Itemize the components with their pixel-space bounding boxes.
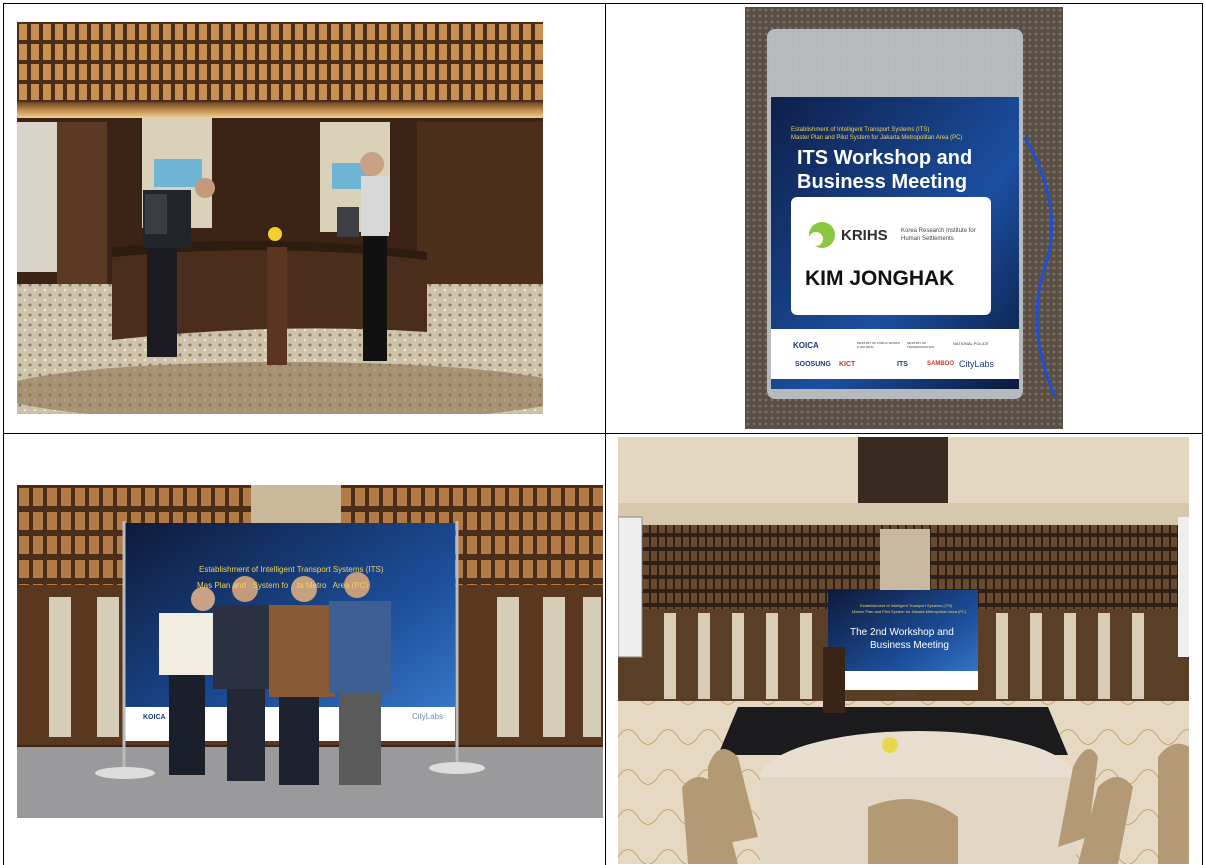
badge-sponsor-ministry-public-works: MINISTRY OF PUBLIC WORKS & HOUSING	[857, 341, 901, 349]
table-border-right	[1202, 4, 1203, 865]
badge-title-line-2: Business Meeting	[797, 171, 968, 193]
badge-header-small-2: Master Plan and Pilot System for Jakarta…	[791, 135, 963, 141]
badge-person-name: KIM JONGHAK	[805, 267, 955, 290]
group-banner-line-2: Mas Plan and System fo ta Metro Area (PC…	[197, 581, 369, 590]
hall-banner-date: June, 2022	[896, 692, 916, 697]
table-border-row	[4, 433, 1203, 434]
badge-sponsor-citylabs: CityLabs	[959, 359, 995, 369]
hall-banner-small-2: Master Plan and Pilot System for Jakarta…	[852, 609, 967, 614]
registration-desk-photo	[17, 22, 543, 414]
hall-banner-title-2: Business Meeting	[870, 640, 949, 651]
group-banner-footer-left: KOICA	[143, 714, 166, 721]
group-banner-footer-right: CityLabs	[412, 712, 444, 721]
badge-org-logo: KRIHS	[841, 227, 888, 244]
hall-banner-small-1: Establishment of Intelligent Transport S…	[860, 603, 953, 608]
group-photo: Establishment of Intelligent Transport S…	[17, 485, 603, 818]
badge-org-name-2: Human Settlements	[901, 236, 954, 242]
badge-sponsor-kict: KICT	[839, 361, 856, 368]
badge-sponsor-its: ITS	[897, 361, 908, 368]
table-border-middle	[605, 4, 606, 865]
badge-sponsor-national-police: NATIONAL POLICE	[953, 341, 989, 346]
name-badge-photo: Establishment of Intelligent Transport S…	[745, 7, 1063, 429]
badge-sponsor-samboo: SAMBOO	[927, 361, 954, 367]
badge-org-name-1: Korea Research Institute for	[901, 228, 976, 234]
badge-title-line-1: ITS Workshop and	[797, 147, 973, 169]
badge-sponsor-ministry-transport: MINISTRY OF TRANSPORTATION	[907, 341, 935, 349]
hall-banner-title-1: The 2nd Workshop and	[850, 627, 954, 638]
badge-sponsor-koica: KOICA	[793, 341, 819, 350]
group-banner-line-1: Establishment of Intelligent Transport S…	[199, 565, 384, 574]
badge-sponsor-soosung: SOOSUNG	[795, 361, 831, 368]
badge-header-small: Establishment of Intelligent Transport S…	[791, 127, 930, 133]
ballroom-photo: Establishment of Intelligent Transport S…	[618, 437, 1189, 864]
